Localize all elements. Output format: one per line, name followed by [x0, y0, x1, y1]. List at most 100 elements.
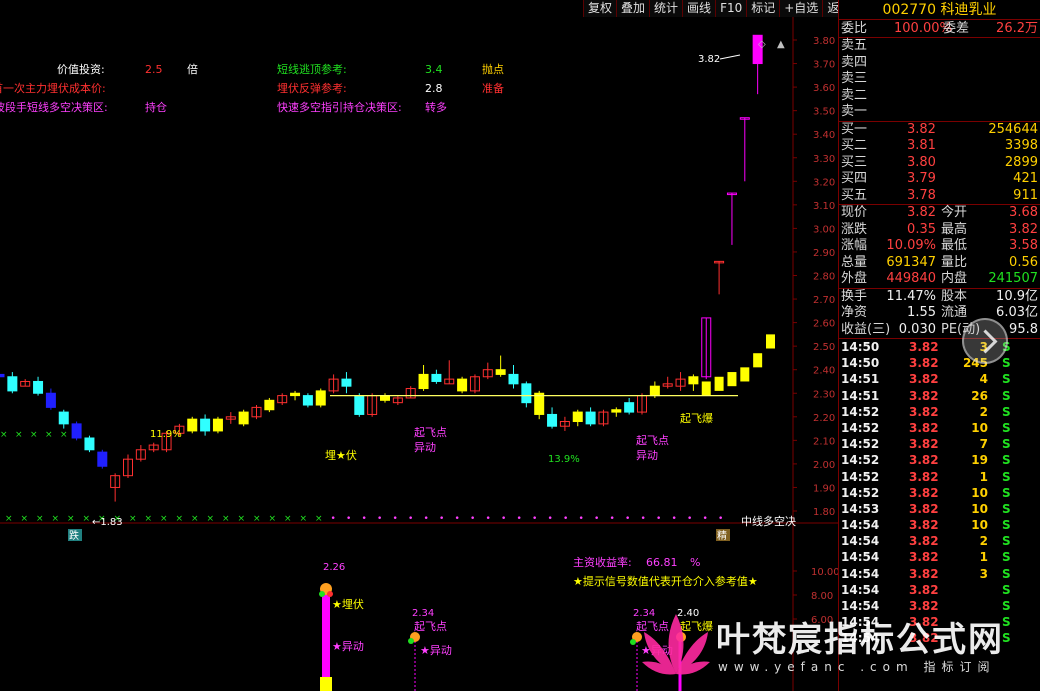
stat-row: 收益(三) 0.030 PE(动) 95.8: [839, 322, 1040, 339]
price-axis-label: 3.00: [813, 224, 835, 235]
tick-row: 14:54 3.82 S: [839, 598, 1040, 614]
sell-order-label: 卖二: [841, 87, 868, 103]
stat-row: 净资 1.55 流通 6.03亿: [839, 305, 1040, 322]
price-axis-label: 3.20: [813, 177, 835, 188]
midline-marker: ×: [253, 514, 261, 524]
trend-step-block: [740, 367, 750, 382]
stat-value: 3.82: [1009, 221, 1038, 237]
tick-side: S: [1002, 437, 1011, 452]
mark-button[interactable]: 标记: [746, 0, 780, 17]
tick-price: 3.82: [909, 582, 939, 597]
midline-marker: •: [610, 514, 615, 524]
sell-order-row: 卖五: [839, 38, 1040, 55]
liftoff-signal-2: 起飞点: [636, 434, 669, 447]
price-axis-label: 2.50: [813, 342, 835, 353]
tick-price: 3.82: [909, 550, 939, 565]
tick-side: S: [1002, 404, 1011, 419]
value-invest-label: 价值投资:: [57, 62, 105, 76]
stat-label: 外盘: [841, 271, 868, 286]
tick-row: 14:52 3.82 7 S: [839, 436, 1040, 452]
candle-body: [45, 392, 56, 408]
tick-row: 14:54 3.82 S: [839, 614, 1040, 630]
tick-time: 14:54: [841, 582, 880, 597]
price-axis-label: 2.80: [813, 272, 835, 283]
tick-row: 14:52 3.82 1 S: [839, 469, 1040, 485]
short-top-value: 3.4: [425, 63, 443, 76]
price-axis-label: 2.10: [813, 436, 835, 447]
price-axis-label: 2.40: [813, 366, 835, 377]
price-axis-label: 3.40: [813, 130, 835, 141]
kline-chart-svg[interactable]: 3.80 3.70 3.60 3.50 3.40 3.30 3.20 3.10 3.00 2.90…: [0, 17, 838, 691]
tick-row: 14:54 3.82 S: [839, 630, 1040, 646]
sell-order-label: 卖五: [841, 38, 868, 53]
candle-body: [380, 395, 390, 401]
midline-marker: •: [346, 514, 351, 524]
tick-time: 14:52: [841, 420, 880, 435]
sub-abnormal-label-2: ★异动: [420, 644, 452, 657]
restore-rights-button[interactable]: 复权: [583, 0, 617, 17]
midline-marker: •: [656, 514, 661, 524]
tick-row: 14:52 3.82 19 S: [839, 452, 1040, 468]
swing-zone-value: 持仓: [145, 100, 167, 114]
tick-price: 3.82: [909, 437, 939, 452]
kline-chart-area[interactable]: 3.80 3.70 3.60 3.50 3.40 3.30 3.20 3.10 3.00 2.90…: [0, 17, 838, 691]
tick-side: S: [1002, 631, 1011, 646]
midline-marker: ×: [269, 514, 277, 524]
stat-value: 3.58: [1009, 238, 1038, 253]
price-axis-label: 2.20: [813, 413, 835, 424]
tick-volume: 2: [979, 534, 988, 549]
stat-label: 流通: [941, 305, 968, 320]
tick-time: 14:52: [841, 485, 880, 500]
buy-order-row: 买五 3.78 911: [839, 188, 1040, 205]
midline-marker: ×: [67, 514, 75, 524]
candle-body: [547, 413, 558, 427]
midline-marker: ×: [315, 514, 323, 524]
candle-body: [212, 418, 223, 432]
midline-marker: •: [672, 514, 677, 524]
scroll-right-button[interactable]: [962, 318, 1008, 364]
tick-list[interactable]: 14:50 3.82 3 S 14:50 3.82 245 S 14:51 3.82 4 S 14:51…: [839, 338, 1040, 647]
weicha-value: 26.2万: [996, 21, 1038, 36]
candle-body: [238, 411, 249, 425]
midline-marker: •: [362, 514, 367, 524]
buy-order-volume: 254644: [988, 121, 1038, 137]
draw-line-button[interactable]: 画线: [682, 0, 716, 17]
tick-volume: 19: [971, 453, 988, 468]
midline-marker: ×: [191, 514, 199, 524]
statistics-button[interactable]: 统计: [649, 0, 683, 17]
stat-label: 总量: [841, 254, 868, 270]
tick-volume: 10: [971, 485, 988, 500]
revenue-value: 66.81: [646, 556, 678, 569]
midline-marker: •: [687, 514, 692, 524]
buy-order-row: 买二 3.81 3398: [839, 138, 1040, 155]
midline-marker: •: [548, 514, 553, 524]
tick-row: 14:52 3.82 2 S: [839, 404, 1040, 420]
sell-order-label: 卖三: [841, 71, 868, 86]
tick-time: 14:52: [841, 453, 880, 468]
tick-side: S: [1002, 388, 1011, 403]
signal-bar-base: [320, 677, 332, 691]
revenue-label: 主资收益率:: [573, 555, 632, 569]
sub-liftoff-label: 起飞点: [414, 620, 447, 633]
left-marker: ×: [30, 430, 38, 440]
sub-value-2: 2.34: [412, 608, 434, 619]
buy-order-price: 3.82: [907, 121, 936, 137]
f10-button[interactable]: F10: [715, 0, 747, 17]
sub-axis-label: 10.00: [811, 567, 838, 578]
midline-marker: •: [625, 514, 630, 524]
tick-row: 14:52 3.82 10 S: [839, 485, 1040, 501]
buy-order-label: 买一: [841, 121, 868, 137]
price-axis-label: 2.00: [813, 460, 835, 471]
sub-value-3: 2.34: [633, 608, 655, 619]
short-top-action: 抛点: [482, 62, 504, 76]
sub-abnormal-label-3: ★异动: [641, 644, 673, 657]
overlay-button[interactable]: 叠加: [616, 0, 650, 17]
midline-marker: •: [455, 514, 460, 524]
fall-badge-label: 跌: [69, 529, 79, 542]
sell-order-label: 卖四: [841, 54, 868, 70]
buy-order-row: 买三 3.80 2899: [839, 155, 1040, 172]
add-favorite-button[interactable]: +自选: [779, 0, 823, 17]
midline-marker: ×: [284, 514, 292, 524]
buy-order-price: 3.80: [907, 154, 936, 170]
price-axis-label: 1.80: [813, 507, 835, 518]
